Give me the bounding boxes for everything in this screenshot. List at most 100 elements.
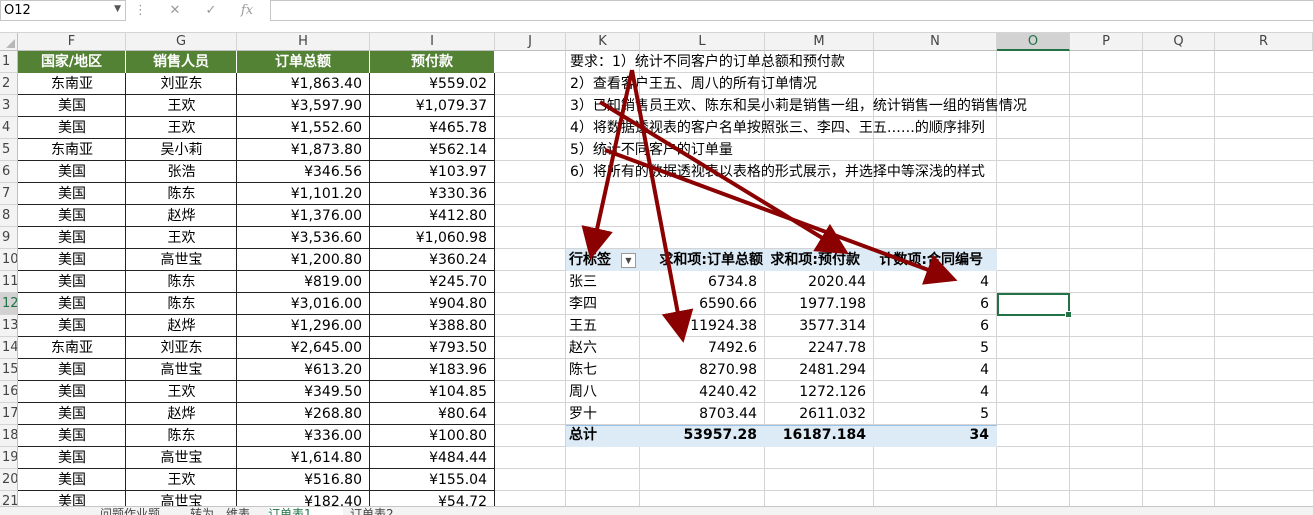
row-header-8[interactable]: 8 bbox=[0, 205, 18, 227]
column-header-p[interactable]: P bbox=[1070, 33, 1143, 51]
pivot-cell[interactable]: 周八 bbox=[566, 381, 639, 403]
row-header-2[interactable]: 2 bbox=[0, 73, 18, 95]
row-header-20[interactable]: 20 bbox=[0, 469, 18, 491]
row-header-5[interactable]: 5 bbox=[0, 139, 18, 161]
column-header-m[interactable]: M bbox=[765, 33, 874, 51]
row-header-9[interactable]: 9 bbox=[0, 227, 18, 249]
row-header-6[interactable]: 6 bbox=[0, 161, 18, 183]
pivot-total-cell[interactable]: 53957.28 bbox=[640, 425, 765, 446]
table-cell-border bbox=[237, 425, 370, 447]
column-header-h[interactable]: H bbox=[237, 33, 370, 51]
table-header-cell[interactable]: 销售人员 bbox=[126, 51, 237, 73]
column-header-f[interactable]: F bbox=[18, 33, 126, 51]
pivot-cell[interactable]: 1977.198 bbox=[765, 293, 874, 315]
table-cell-border bbox=[237, 249, 370, 271]
formula-input[interactable] bbox=[270, 0, 1313, 21]
pivot-cell[interactable]: 4 bbox=[874, 271, 997, 293]
select-all-corner[interactable] bbox=[0, 33, 18, 51]
column-header-n[interactable]: N bbox=[874, 33, 997, 51]
table-cell-border bbox=[126, 249, 237, 271]
row-header-7[interactable]: 7 bbox=[0, 183, 18, 205]
table-cell-border bbox=[237, 293, 370, 315]
column-header-r[interactable]: R bbox=[1215, 33, 1313, 51]
row-header-19[interactable]: 19 bbox=[0, 447, 18, 469]
row-header-13[interactable]: 13 bbox=[0, 315, 18, 337]
table-cell-border bbox=[370, 117, 495, 139]
pivot-cell[interactable]: 8703.44 bbox=[640, 403, 765, 425]
pivot-cell[interactable]: 8270.98 bbox=[640, 359, 765, 381]
row-header-1[interactable]: 1 bbox=[0, 51, 18, 73]
pivot-cell[interactable]: 6 bbox=[874, 315, 997, 337]
table-cell-border bbox=[18, 359, 126, 381]
row-header-12[interactable]: 12 bbox=[0, 293, 18, 315]
pivot-cell[interactable]: 2481.294 bbox=[765, 359, 874, 381]
column-header-k[interactable]: K bbox=[566, 33, 640, 51]
table-cell-border bbox=[370, 95, 495, 117]
pivot-cell[interactable]: 5 bbox=[874, 403, 997, 425]
row-header-11[interactable]: 11 bbox=[0, 271, 18, 293]
pivot-cell[interactable]: 李四 bbox=[566, 293, 639, 315]
column-header-q[interactable]: Q bbox=[1143, 33, 1215, 51]
pivot-cell[interactable]: 2247.78 bbox=[765, 337, 874, 359]
row-header-17[interactable]: 17 bbox=[0, 403, 18, 425]
pivot-total-cell[interactable]: 34 bbox=[874, 425, 997, 446]
table-cell-border bbox=[126, 161, 237, 183]
row-header-3[interactable]: 3 bbox=[0, 95, 18, 117]
pivot-header-cell[interactable]: 计数项:合同编号 bbox=[874, 249, 997, 271]
table-header-cell[interactable]: 订单总额 bbox=[237, 51, 370, 73]
table-cell-border bbox=[237, 73, 370, 95]
function-icon[interactable]: fx bbox=[236, 0, 258, 21]
table-cell-border bbox=[237, 139, 370, 161]
pivot-header-cell[interactable]: 求和项:订单总额 bbox=[640, 249, 765, 271]
row-header-16[interactable]: 16 bbox=[0, 381, 18, 403]
pivot-cell[interactable]: 2611.032 bbox=[765, 403, 874, 425]
pivot-total-cell[interactable]: 总计 bbox=[566, 425, 642, 446]
table-cell-border bbox=[370, 425, 495, 447]
requirement-line: 4）将数据透视表的客户名单按照张三、李四、王五……的顺序排列 bbox=[570, 120, 985, 136]
pivot-cell[interactable]: 7492.6 bbox=[640, 337, 765, 359]
table-cell-border bbox=[18, 117, 126, 139]
active-cell-selection[interactable] bbox=[997, 293, 1072, 318]
row-header-4[interactable]: 4 bbox=[0, 117, 18, 139]
column-header-o[interactable]: O bbox=[997, 33, 1070, 51]
pivot-cell[interactable]: 5 bbox=[874, 337, 997, 359]
enter-icon[interactable]: ✓ bbox=[200, 0, 222, 21]
row-header-18[interactable]: 18 bbox=[0, 425, 18, 447]
pivot-cell[interactable]: 6734.8 bbox=[640, 271, 765, 293]
pivot-cell[interactable]: 陈七 bbox=[566, 359, 639, 381]
table-header-cell[interactable]: 国家/地区 bbox=[18, 51, 126, 73]
name-box[interactable]: O12 ▼ bbox=[0, 0, 126, 21]
table-cell-border bbox=[126, 381, 237, 403]
table-cell-border bbox=[237, 315, 370, 337]
pivot-cell[interactable]: 4240.42 bbox=[640, 381, 765, 403]
pivot-cell[interactable]: 3577.314 bbox=[765, 315, 874, 337]
pivot-header-cell[interactable]: 求和项:预付款 bbox=[765, 249, 874, 271]
pivot-cell[interactable]: 6590.66 bbox=[640, 293, 765, 315]
chevron-down-icon[interactable]: ▼ bbox=[114, 4, 121, 14]
pivot-cell[interactable]: 4 bbox=[874, 381, 997, 403]
table-cell-border bbox=[237, 271, 370, 293]
pivot-cell[interactable]: 4 bbox=[874, 359, 997, 381]
pivot-cell[interactable]: 6 bbox=[874, 293, 997, 315]
row-header-14[interactable]: 14 bbox=[0, 337, 18, 359]
filter-dropdown-icon[interactable]: ▼ bbox=[621, 253, 636, 268]
row-header-15[interactable]: 15 bbox=[0, 359, 18, 381]
column-header-i[interactable]: I bbox=[370, 33, 495, 51]
pivot-cell[interactable]: 11924.38 bbox=[640, 315, 765, 337]
pivot-cell[interactable]: 1272.126 bbox=[765, 381, 874, 403]
pivot-cell[interactable]: 赵六 bbox=[566, 337, 639, 359]
column-header-g[interactable]: G bbox=[126, 33, 237, 51]
column-header-l[interactable]: L bbox=[640, 33, 765, 51]
cancel-icon[interactable]: ✕ bbox=[164, 0, 186, 21]
pivot-cell[interactable]: 2020.44 bbox=[765, 271, 874, 293]
pivot-cell[interactable]: 王五 bbox=[566, 315, 639, 337]
pivot-cell[interactable]: 罗十 bbox=[566, 403, 639, 425]
row-header-10[interactable]: 10 bbox=[0, 249, 18, 271]
table-cell-border bbox=[237, 95, 370, 117]
table-cell-border bbox=[370, 469, 495, 491]
column-header-j[interactable]: J bbox=[495, 33, 566, 51]
table-header-cell[interactable]: 预付款 bbox=[370, 51, 495, 73]
pivot-cell[interactable]: 张三 bbox=[566, 271, 639, 293]
pivot-total-cell[interactable]: 16187.184 bbox=[765, 425, 874, 446]
table-cell-border bbox=[370, 403, 495, 425]
